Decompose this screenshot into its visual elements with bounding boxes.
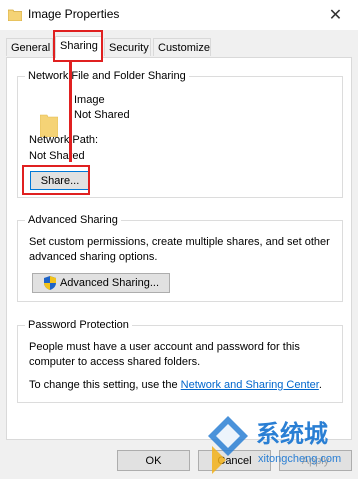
advanced-sharing-button[interactable]: Advanced Sharing... bbox=[32, 273, 170, 293]
advanced-sharing-label: Advanced Sharing... bbox=[59, 277, 160, 289]
window-title: Image Properties bbox=[28, 7, 120, 21]
folder-name: Image bbox=[74, 94, 105, 106]
advanced-sharing-description: Set custom permissions, create multiple … bbox=[29, 236, 330, 248]
password-protection-description: People must have a user account and pass… bbox=[29, 341, 300, 353]
advanced-sharing-description: advanced sharing options. bbox=[29, 251, 158, 263]
folder-icon bbox=[8, 9, 22, 21]
ok-button[interactable]: OK bbox=[117, 450, 190, 471]
sharing-panel: Network File and Folder Sharing Image No… bbox=[6, 57, 352, 440]
network-sharing-group: Network File and Folder Sharing Image No… bbox=[17, 70, 343, 198]
network-sharing-center-link[interactable]: Network and Sharing Center bbox=[181, 379, 319, 391]
change-setting-text: To change this setting, use the Network … bbox=[29, 378, 322, 393]
annotation-arrow bbox=[69, 62, 72, 162]
watermark-url: xitongcheng.com bbox=[258, 453, 341, 465]
folder-status: Not Shared bbox=[74, 109, 130, 121]
change-setting-prefix: To change this setting, use the bbox=[29, 379, 181, 391]
sharing-tab-highlight bbox=[53, 30, 103, 62]
tab-general[interactable]: General bbox=[6, 38, 53, 56]
password-protection-description: computer to access shared folders. bbox=[29, 356, 201, 368]
close-button[interactable]: ✕ bbox=[313, 0, 358, 30]
properties-window: Image Properties ✕ General Sharing Secur… bbox=[0, 0, 358, 476]
network-path-value: Not Shared bbox=[29, 150, 85, 162]
password-protection-group: Password Protection People must have a u… bbox=[17, 319, 343, 403]
watermark-brand: 系统城 bbox=[256, 420, 328, 448]
change-setting-suffix: . bbox=[318, 379, 322, 391]
tab-security[interactable]: Security bbox=[104, 38, 151, 56]
title-bar: Image Properties ✕ bbox=[0, 0, 358, 30]
shield-icon bbox=[43, 276, 56, 290]
group-title: Advanced Sharing bbox=[25, 214, 121, 226]
advanced-sharing-group: Advanced Sharing Set custom permissions,… bbox=[17, 214, 343, 302]
network-path-label: Network Path: bbox=[29, 134, 99, 146]
group-title: Network File and Folder Sharing bbox=[25, 70, 189, 82]
share-button-highlight bbox=[22, 165, 90, 195]
tab-customize[interactable]: Customize bbox=[153, 38, 211, 56]
close-icon: ✕ bbox=[328, 7, 343, 24]
group-title: Password Protection bbox=[25, 319, 132, 331]
watermark: 系统城 xitongcheng.com bbox=[200, 410, 358, 476]
watermark-logo: 系统城 xitongcheng.com bbox=[208, 416, 341, 474]
